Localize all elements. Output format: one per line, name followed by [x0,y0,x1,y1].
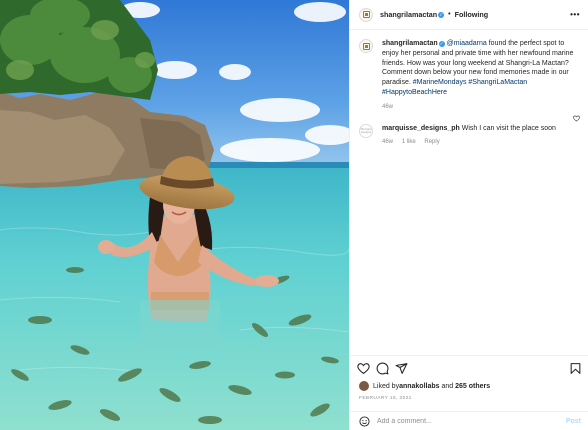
reply-button[interactable]: Reply [424,139,439,145]
like-comment-heart-icon[interactable] [573,115,580,122]
caption: shangrilamactan ✓ @miaadarna found the pe… [359,39,580,113]
share-paper-plane-icon[interactable] [395,362,408,375]
post-side-panel: shangrilamactan ✓ • Following ••• shangr… [349,0,588,430]
beach-photo [0,0,349,430]
emoji-icon[interactable] [359,415,370,427]
liker-avatar[interactable] [359,381,369,391]
post-comment-button[interactable]: Post [566,418,581,425]
author-username[interactable]: shangrilamactan [380,10,437,19]
post-photo[interactable] [0,0,349,430]
commenter-avatar-logo: Marquis Designs [360,127,372,134]
liker-username[interactable]: annakollabs [399,383,439,390]
more-options-icon[interactable]: ••• [570,10,580,19]
verified-badge-icon: ✓ [438,41,445,47]
likes-others[interactable]: 265 others [455,383,490,390]
post-date[interactable]: FEBRUARY 15, 2021 [359,396,412,401]
shangrila-logo-icon [362,11,370,18]
comment-bubble-icon[interactable] [376,362,389,375]
header-separator: • [448,11,451,18]
caption-username[interactable]: shangrilamactan [382,40,438,47]
comment-item: Marquis Designs marquisse_designs_ph Wis… [359,115,580,149]
caption-age[interactable]: 46w [382,104,393,110]
action-bar [350,355,588,379]
comments-list: shangrilamactan ✓ @miaadarna found the pe… [350,30,588,355]
comment-body: Wish I can visit the place soon [459,124,556,132]
comment-age[interactable]: 46w [382,139,393,145]
like-heart-icon[interactable] [357,362,370,375]
comment-likes[interactable]: 1 like [402,139,416,145]
caption-avatar[interactable] [359,39,373,53]
save-bookmark-icon[interactable] [569,362,582,375]
likes-summary: Liked by annakollabs and 265 others [359,381,490,391]
caption-text: shangrilamactan ✓ @miaadarna found the pe… [382,39,577,98]
comment-input[interactable] [377,417,557,425]
author-avatar[interactable] [359,7,373,22]
following-button[interactable]: Following [455,10,489,19]
post-dialog: shangrilamactan ✓ • Following ••• shangr… [0,0,588,430]
likes-prefix: Liked by [373,382,400,390]
verified-badge-icon: ✓ [438,11,445,18]
likes-and: and [439,382,456,390]
comment-text: marquisse_designs_ph Wish I can visit th… [382,124,577,134]
comment-meta: 46w 1 like Reply [382,138,577,148]
commenter-username[interactable]: marquisse_designs_ph [382,125,460,132]
shangrila-logo-icon [362,42,370,50]
add-comment-bar: Post [350,411,588,430]
caption-mention[interactable]: @miaadarna [447,40,487,47]
commenter-avatar[interactable]: Marquis Designs [359,123,373,138]
caption-meta: 46w [382,103,577,113]
post-header: shangrilamactan ✓ • Following ••• [350,0,588,30]
